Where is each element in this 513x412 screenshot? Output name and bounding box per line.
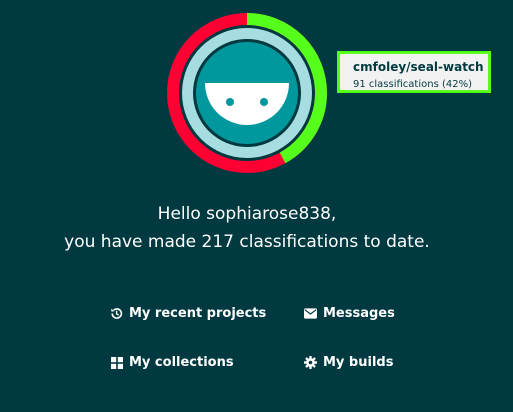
messages-label: Messages <box>323 306 395 321</box>
my-recent-projects-link[interactable]: My recent projects <box>110 306 266 321</box>
envelope-icon <box>304 307 317 320</box>
grid-icon <box>110 356 123 369</box>
history-icon <box>110 307 123 320</box>
account-nav: My recent projects Messages My collectio… <box>0 0 513 412</box>
my-collections-label: My collections <box>129 355 234 370</box>
my-builds-link[interactable]: My builds <box>304 355 393 370</box>
messages-link[interactable]: Messages <box>304 306 395 321</box>
my-collections-link[interactable]: My collections <box>110 355 234 370</box>
my-recent-projects-label: My recent projects <box>129 306 267 321</box>
my-builds-label: My builds <box>323 355 394 370</box>
cog-icon <box>304 356 317 369</box>
